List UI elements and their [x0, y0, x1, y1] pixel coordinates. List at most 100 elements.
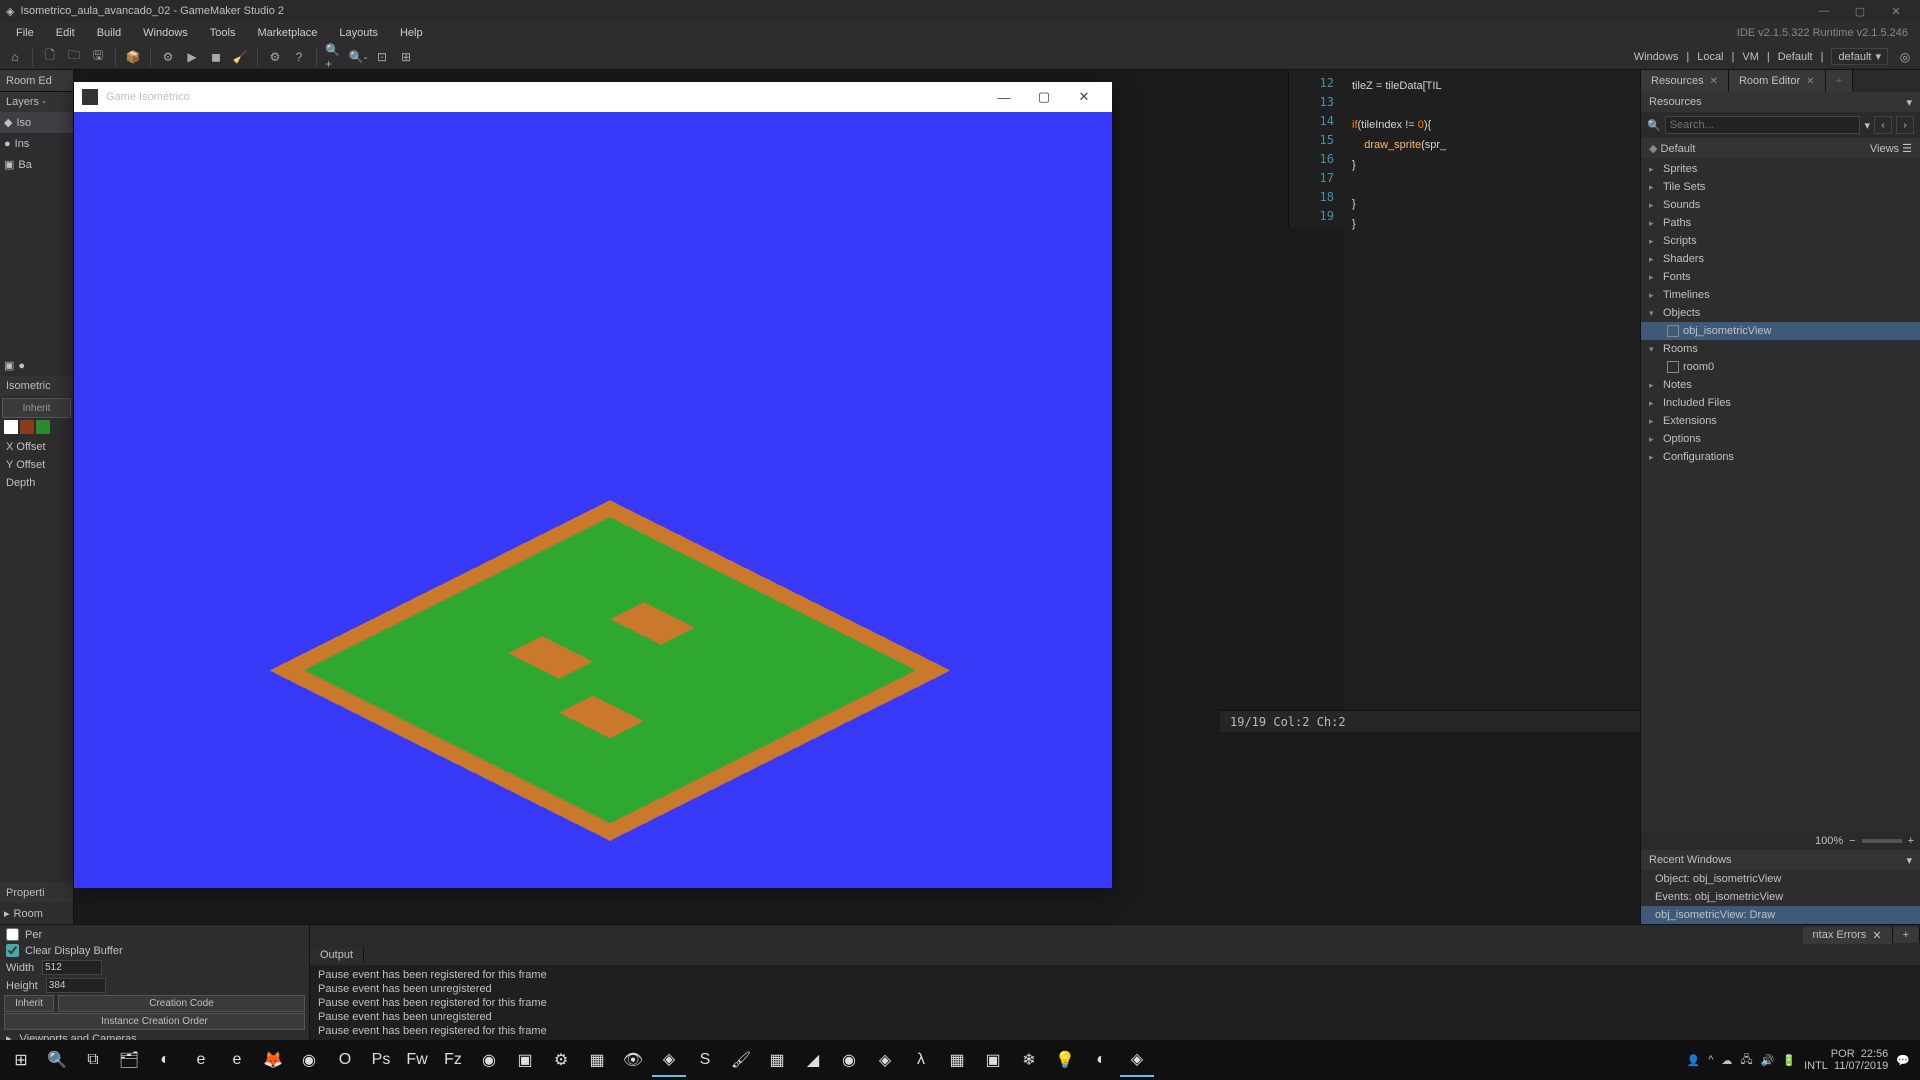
opera-icon[interactable]: O — [328, 1043, 362, 1077]
zoom-slider[interactable] — [1862, 839, 1902, 843]
color-brown[interactable] — [20, 420, 34, 434]
folder-scripts[interactable]: ▸Scripts — [1641, 232, 1920, 250]
inherit-button[interactable]: Inherit — [4, 995, 54, 1012]
zoom-in-icon[interactable]: 🔍+ — [325, 48, 343, 66]
firefox-icon[interactable]: 🦊 — [256, 1043, 290, 1077]
tray-up-icon[interactable]: ^ — [1708, 1054, 1713, 1066]
height-input[interactable] — [46, 978, 106, 993]
folder-objects[interactable]: ▾Objects — [1641, 304, 1920, 322]
help-icon[interactable]: ? — [290, 48, 308, 66]
chevron-down-icon[interactable]: ▾ — [1864, 119, 1870, 132]
room-settings[interactable]: ▸Room — [0, 903, 73, 924]
app-icon[interactable]: λ — [904, 1043, 938, 1077]
layer-iso[interactable]: ◆Iso — [0, 112, 73, 133]
cloud-icon[interactable]: ☁ — [1721, 1054, 1732, 1067]
folder-sounds[interactable]: ▸Sounds — [1641, 196, 1920, 214]
app-icon[interactable]: ▣ — [508, 1043, 542, 1077]
tab-syntax-errors[interactable]: ntax Errors✕ — [1803, 927, 1893, 944]
add-tab[interactable]: + — [1826, 70, 1853, 92]
menu-windows[interactable]: Windows — [133, 25, 198, 41]
object-item[interactable]: obj_isometricView — [1641, 322, 1920, 340]
color-white[interactable] — [4, 420, 18, 434]
recent-item[interactable]: Object: obj_isometricView — [1641, 870, 1920, 888]
chrome-icon[interactable]: ◉ — [292, 1043, 326, 1077]
clear-buffer-check[interactable]: Clear Display Buffer — [4, 943, 305, 958]
layer-type-icons[interactable]: ▣● — [0, 355, 73, 376]
runtime-dropdown[interactable]: default▾ — [1831, 48, 1888, 65]
chevron-down-icon[interactable]: ▾ — [1906, 96, 1912, 109]
color-green[interactable] — [36, 420, 50, 434]
tab-room-editor-right[interactable]: Room Editor✕ — [1729, 70, 1826, 92]
layer-ins[interactable]: ●Ins — [0, 133, 73, 154]
folder-sprites[interactable]: ▸Sprites — [1641, 160, 1920, 178]
room-item[interactable]: room0 — [1641, 358, 1920, 376]
tab-resources[interactable]: Resources✕ — [1641, 70, 1729, 92]
folder-extensions[interactable]: ▸Extensions — [1641, 412, 1920, 430]
menu-file[interactable]: File — [6, 25, 44, 41]
recent-item[interactable]: obj_isometricView: Draw — [1641, 906, 1920, 924]
battery-icon[interactable]: 🔋 — [1782, 1054, 1796, 1067]
minimize-button[interactable]: — — [1806, 0, 1842, 22]
system-tray[interactable]: 👤 ^ ☁ 🖧 🔊 🔋 POR 22:56 INTL 11/07/2019 💬 — [1687, 1048, 1916, 1072]
search-input[interactable] — [1665, 116, 1861, 134]
app-icon[interactable]: ▣ — [976, 1043, 1010, 1077]
save-icon[interactable]: 🖫 — [89, 48, 107, 66]
unity-icon[interactable]: ◢ — [796, 1043, 830, 1077]
app-icon[interactable]: ▦ — [580, 1043, 614, 1077]
game-titlebar[interactable]: Game Isométrico — ▢ ✕ — [74, 82, 1112, 112]
chevron-down-icon[interactable]: ▾ — [1906, 854, 1912, 867]
zoom-in-icon[interactable]: + — [1908, 835, 1914, 847]
creation-code-button[interactable]: Creation Code — [58, 995, 305, 1012]
folder-options[interactable]: ▸Options — [1641, 430, 1920, 448]
app-icon[interactable]: ▦ — [940, 1043, 974, 1077]
search-icon[interactable]: 🔍 — [40, 1043, 74, 1077]
menu-layouts[interactable]: Layouts — [329, 25, 388, 41]
recent-item[interactable]: Events: obj_isometricView — [1641, 888, 1920, 906]
gms-run-icon[interactable]: ◈ — [1120, 1043, 1154, 1077]
open-icon[interactable]: 🗀 — [65, 48, 83, 66]
start-button[interactable]: ⊞ — [4, 1043, 38, 1077]
prev-button[interactable]: ‹ — [1874, 116, 1892, 134]
app-icon[interactable]: 🖌 — [724, 1043, 758, 1077]
maximize-button[interactable]: ▢ — [1842, 0, 1878, 22]
tab-room-editor[interactable]: Room Ed — [0, 70, 73, 92]
people-icon[interactable]: 👤 — [1687, 1054, 1701, 1067]
game-surface[interactable] — [74, 112, 1112, 888]
new-icon[interactable]: 🗋 — [41, 48, 59, 66]
home-icon[interactable]: ⌂ — [6, 48, 24, 66]
add-tab[interactable]: + — [1893, 927, 1920, 943]
app-icon[interactable]: 💡 — [1048, 1043, 1082, 1077]
clock[interactable]: POR 22:56 INTL 11/07/2019 — [1804, 1048, 1888, 1072]
filezilla-icon[interactable]: Fz — [436, 1043, 470, 1077]
app-icon[interactable]: ❄ — [1012, 1043, 1046, 1077]
folder-included[interactable]: ▸Included Files — [1641, 394, 1920, 412]
folder-paths[interactable]: ▸Paths — [1641, 214, 1920, 232]
network-icon[interactable]: 🖧 — [1740, 1051, 1752, 1070]
folder-timelines[interactable]: ▸Timelines — [1641, 286, 1920, 304]
app-icon[interactable]: ◉ — [472, 1043, 506, 1077]
folder-notes[interactable]: ▸Notes — [1641, 376, 1920, 394]
volume-icon[interactable]: 🔊 — [1761, 1054, 1775, 1067]
ps-icon[interactable]: Ps — [364, 1043, 398, 1077]
layer-ba[interactable]: ▣Ba — [0, 154, 73, 175]
next-button[interactable]: › — [1896, 116, 1914, 134]
maximize-button[interactable]: ▢ — [1024, 83, 1064, 111]
menu-build[interactable]: Build — [87, 25, 131, 41]
zoom-out-icon[interactable]: 🔍- — [349, 48, 367, 66]
menu-tools[interactable]: Tools — [200, 25, 246, 41]
app-icon[interactable]: ◈ — [868, 1043, 902, 1077]
folder-config[interactable]: ▸Configurations — [1641, 448, 1920, 466]
menu-icon[interactable]: ☰ — [1902, 143, 1912, 155]
play-icon[interactable]: ▶ — [183, 48, 201, 66]
debug-icon[interactable]: ⚙ — [159, 48, 177, 66]
zoom-reset-icon[interactable]: ⊡ — [373, 48, 391, 66]
tab-output[interactable]: Output — [310, 947, 364, 963]
close-icon[interactable]: ✕ — [1806, 76, 1814, 87]
width-input[interactable] — [42, 960, 102, 975]
close-button[interactable]: ✕ — [1064, 83, 1104, 111]
folder-shaders[interactable]: ▸Shaders — [1641, 250, 1920, 268]
instance-order-button[interactable]: Instance Creation Order — [4, 1013, 305, 1030]
edge-icon[interactable]: e — [220, 1043, 254, 1077]
persistent-check[interactable]: Per — [4, 927, 305, 942]
target-icon[interactable]: ◎ — [1896, 48, 1914, 66]
